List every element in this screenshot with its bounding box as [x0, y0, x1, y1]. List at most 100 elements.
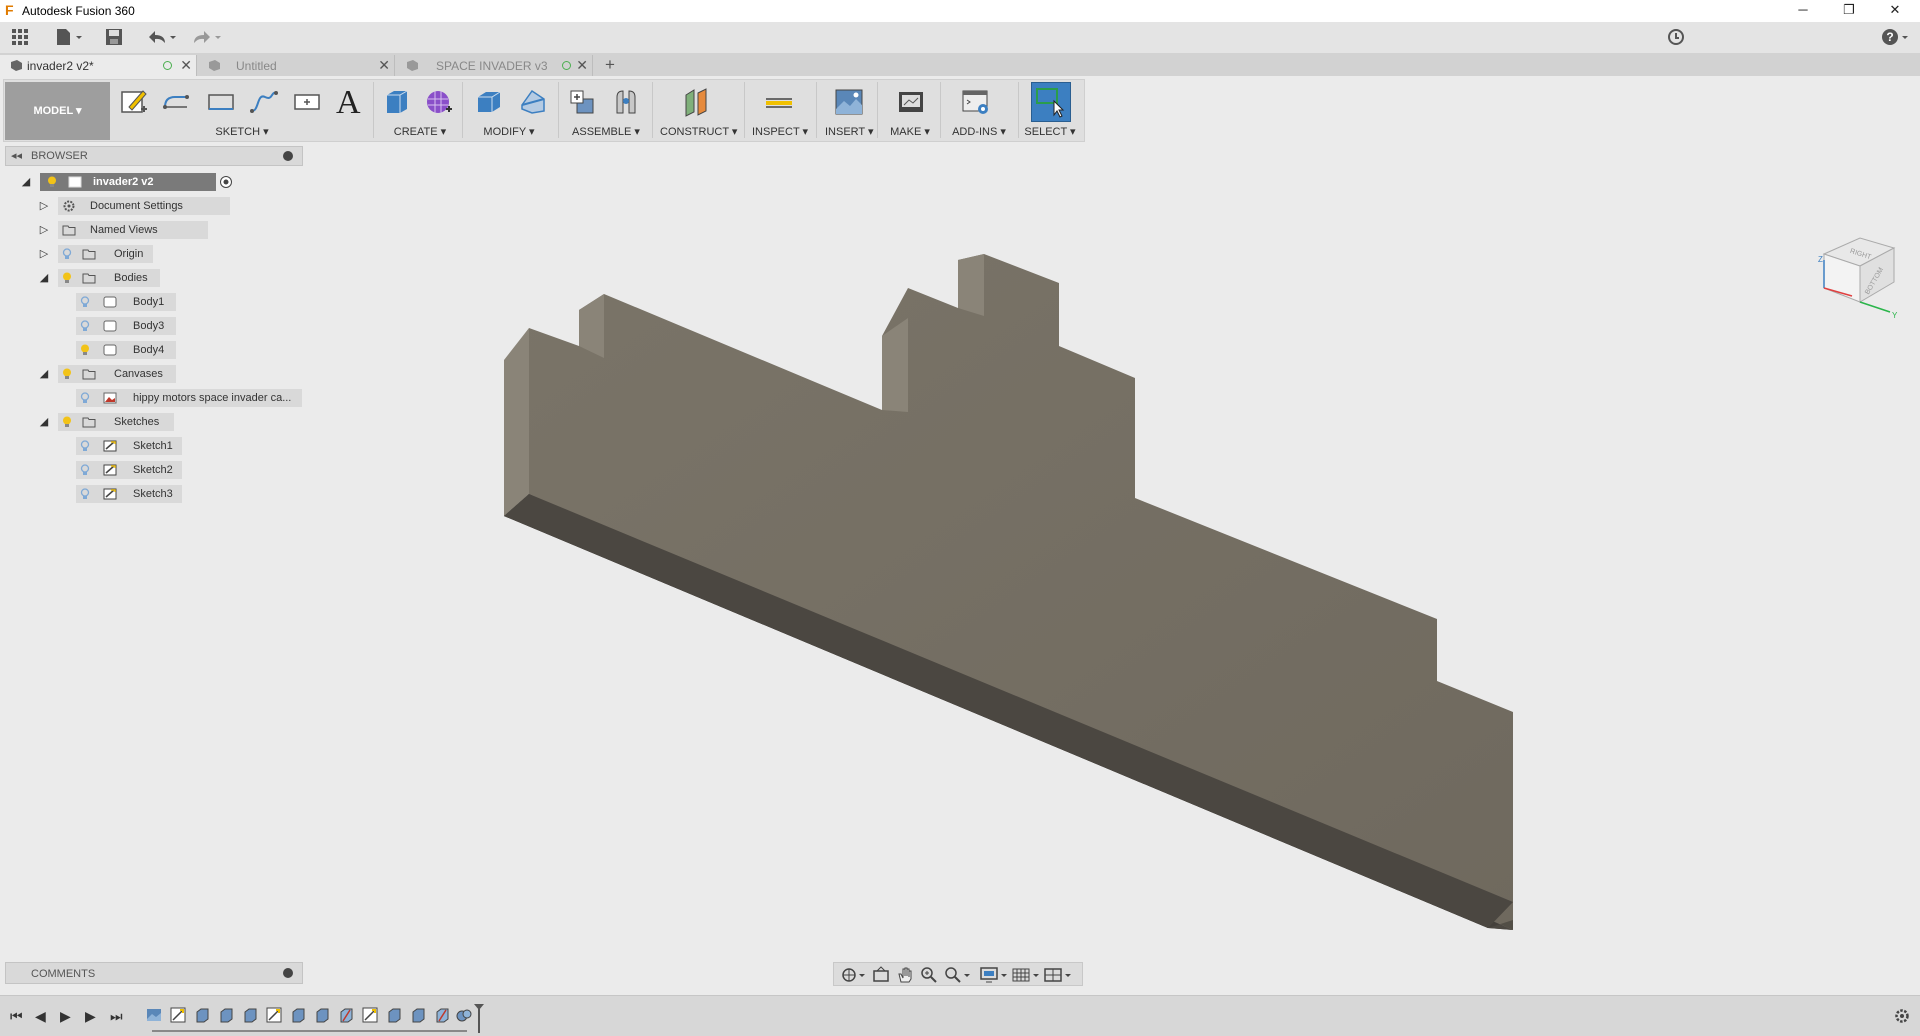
collapse-toggle-icon[interactable]: ◢ [38, 272, 50, 284]
timeline-marker-handle[interactable] [473, 1003, 485, 1033]
view-cube[interactable]: RIGHT BOTTOM Z Y [1818, 237, 1898, 320]
collapse-toggle-icon[interactable]: ◢ [38, 416, 50, 428]
assemble-menu[interactable]: ASSEMBLE ▾ [570, 125, 642, 138]
visibility-bulb-off-icon[interactable] [80, 392, 90, 404]
body-main-face[interactable] [529, 254, 1513, 930]
collapse-toggle-icon[interactable]: ◢ [20, 176, 32, 188]
combine-feature-icon[interactable] [456, 1007, 472, 1023]
text-tool-icon[interactable]: A [336, 84, 361, 122]
workspace-switcher[interactable]: MODEL ▾ [5, 82, 110, 140]
close-window-button[interactable]: ✕ [1872, 0, 1918, 22]
extrude-feature-icon[interactable] [194, 1007, 210, 1023]
viewports-icon[interactable] [1044, 966, 1074, 984]
extrude-feature-icon[interactable] [410, 1007, 426, 1023]
select-menu[interactable]: SELECT ▾ [1024, 125, 1076, 138]
restore-button[interactable]: ❐ [1826, 0, 1872, 22]
pin-panel-icon[interactable] [283, 151, 293, 161]
visibility-bulb-icon[interactable] [62, 368, 72, 380]
split-body-feature-icon[interactable] [338, 1007, 354, 1023]
collapse-toggle-icon[interactable]: ◢ [38, 368, 50, 380]
press-pull-icon[interactable] [474, 87, 504, 117]
tree-item-named-views[interactable]: ▷ Named Views [38, 221, 258, 239]
tree-item-sketch3[interactable]: Sketch3 [76, 485, 196, 503]
close-tab-icon[interactable]: ✕ [378, 57, 390, 74]
tab-space-invader[interactable]: SPACE INVADER v3 ✕ [396, 55, 593, 76]
look-at-icon[interactable] [872, 966, 890, 984]
new-tab-button[interactable]: + [605, 55, 615, 75]
timeline-settings-gear-icon[interactable] [1894, 1008, 1910, 1024]
extrude-feature-icon[interactable] [242, 1007, 258, 1023]
visibility-bulb-icon[interactable] [62, 416, 72, 428]
select-tool-icon[interactable] [1031, 82, 1071, 122]
tab-invader2[interactable]: invader2 v2* ✕ [0, 55, 197, 76]
visibility-bulb-off-icon[interactable] [80, 320, 90, 332]
visibility-bulb-icon[interactable] [47, 176, 57, 188]
modify-menu[interactable]: MODIFY ▾ [478, 125, 540, 138]
tree-item-body4[interactable]: Body4 [76, 341, 196, 359]
sketch-dimension-icon[interactable] [292, 87, 322, 117]
help-icon[interactable]: ? [1880, 27, 1914, 49]
joint-icon[interactable] [611, 87, 641, 117]
tree-item-bodies[interactable]: ◢ Bodies [38, 269, 258, 287]
construct-menu[interactable]: CONSTRUCT ▾ [660, 125, 737, 138]
tree-item-canvas-image[interactable]: hippy motors space invader ca... [76, 389, 306, 407]
add-comment-icon[interactable] [283, 968, 293, 978]
sketch-menu[interactable]: SKETCH ▾ [212, 125, 272, 138]
job-status-clock-icon[interactable] [1666, 27, 1686, 49]
browser-panel-header[interactable]: ◂◂ BROWSER [5, 146, 303, 166]
minimize-button[interactable]: ─ [1780, 0, 1826, 22]
tree-item-document-settings[interactable]: ▷ Document Settings [38, 197, 258, 215]
insert-canvas-icon[interactable] [834, 87, 864, 117]
tree-item-body3[interactable]: Body3 [76, 317, 196, 335]
fit-zoom-icon[interactable] [944, 966, 972, 984]
model-canvas[interactable]: RIGHT BOTTOM Z Y [0, 142, 1920, 980]
file-menu-icon[interactable] [54, 27, 84, 49]
extrude-feature-icon[interactable] [218, 1007, 234, 1023]
comments-panel-header[interactable]: COMMENTS [5, 962, 303, 984]
tree-item-body1[interactable]: Body1 [76, 293, 196, 311]
go-to-end-icon[interactable]: ⏭ [110, 1008, 123, 1025]
visibility-bulb-off-icon[interactable] [80, 440, 90, 452]
notch-side-3[interactable] [958, 254, 984, 316]
expand-toggle-icon[interactable]: ▷ [38, 224, 50, 236]
visibility-bulb-off-icon[interactable] [80, 296, 90, 308]
extrude-feature-icon[interactable] [386, 1007, 402, 1023]
3d-print-icon[interactable] [896, 87, 926, 117]
new-component-icon[interactable] [567, 87, 597, 117]
add-ins-menu[interactable]: ADD-INS ▾ [950, 125, 1008, 138]
extrude-feature-icon[interactable] [290, 1007, 306, 1023]
insert-menu[interactable]: INSERT ▾ [825, 125, 874, 138]
save-icon[interactable] [104, 27, 124, 49]
offset-plane-icon[interactable] [682, 87, 712, 117]
visibility-bulb-icon[interactable] [62, 272, 72, 284]
visibility-bulb-off-icon[interactable] [80, 488, 90, 500]
step-back-icon[interactable]: ◀ [35, 1008, 46, 1025]
canvas-feature-icon[interactable] [146, 1007, 162, 1023]
undo-icon[interactable] [145, 27, 179, 49]
orbit-icon[interactable] [840, 966, 866, 984]
pan-hand-icon[interactable] [896, 966, 914, 984]
visibility-bulb-off-icon[interactable] [62, 248, 72, 260]
display-settings-icon[interactable] [980, 966, 1010, 984]
tree-root[interactable]: ◢ invader2 v2 [20, 173, 260, 191]
zoom-icon[interactable] [920, 966, 938, 984]
step-forward-icon[interactable]: ▶ [85, 1008, 96, 1025]
make-menu[interactable]: MAKE ▾ [886, 125, 934, 138]
grid-settings-icon[interactable] [1012, 966, 1042, 984]
go-to-start-icon[interactable]: ⏮ [10, 1008, 23, 1025]
create-menu[interactable]: CREATE ▾ [390, 125, 450, 138]
tab-untitled[interactable]: Untitled ✕ [198, 55, 395, 76]
line-tool-icon[interactable] [161, 87, 191, 117]
redo-icon[interactable] [190, 27, 224, 49]
spline-tool-icon[interactable] [249, 87, 279, 117]
inspect-menu[interactable]: INSPECT ▾ [752, 125, 808, 138]
form-tool-icon[interactable] [424, 87, 454, 117]
3d-viewport[interactable]: RIGHT BOTTOM Z Y [0, 142, 1920, 980]
tree-item-sketch1[interactable]: Sketch1 [76, 437, 196, 455]
expand-toggle-icon[interactable]: ▷ [38, 248, 50, 260]
tree-item-origin[interactable]: ▷ Origin [38, 245, 258, 263]
close-tab-icon[interactable]: ✕ [180, 57, 192, 74]
sketch-feature-icon[interactable] [170, 1007, 186, 1023]
visibility-bulb-icon[interactable] [80, 344, 90, 356]
tree-item-canvases[interactable]: ◢ Canvases [38, 365, 258, 383]
